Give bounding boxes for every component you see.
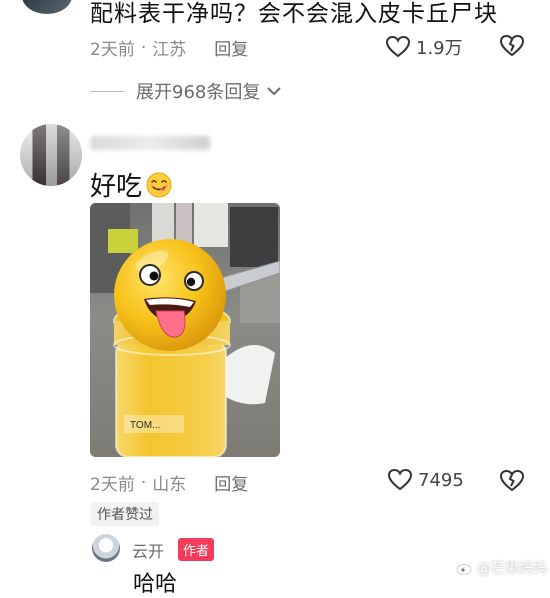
author-name[interactable]: 云开 xyxy=(132,538,164,562)
comment-text: 好吃 xyxy=(90,172,143,202)
top-comment-location: 江苏 xyxy=(152,40,187,60)
comment-body: 好吃 xyxy=(90,166,172,203)
heart-icon xyxy=(388,469,412,491)
heart-icon xyxy=(386,36,410,58)
svg-text:TOM...: TOM... xyxy=(130,420,160,431)
comment-like-button[interactable]: 7495 xyxy=(388,469,464,491)
expand-replies-button[interactable]: 展开968条回复 xyxy=(90,78,282,104)
meta-dot: · xyxy=(140,37,147,58)
watermark-text: @芒果妈妈 xyxy=(477,561,547,577)
top-comment-time: 2天前 xyxy=(90,40,135,60)
author-liked-badge: 作者赞过 xyxy=(91,502,159,526)
top-comment-like-count: 1.9万 xyxy=(416,38,463,59)
expand-divider xyxy=(90,90,124,92)
weibo-icon xyxy=(456,562,473,575)
chevron-down-icon xyxy=(267,87,282,96)
mango-jar-photo: TOM... xyxy=(90,203,280,457)
yummy-face-emoji-icon xyxy=(146,172,172,197)
meta-dot-2: · xyxy=(140,472,147,493)
top-commenter-avatar[interactable] xyxy=(22,0,72,14)
comment-like-count: 7495 xyxy=(418,469,464,491)
expand-replies-label: 展开968条回复 xyxy=(136,82,261,103)
comment-reply-button[interactable]: 回复 xyxy=(214,470,248,495)
top-comment-reply-button[interactable]: 回复 xyxy=(214,35,248,60)
broken-heart-icon xyxy=(500,470,524,492)
commenter-username-blurred[interactable] xyxy=(90,136,210,150)
author-badge: 作者 xyxy=(178,538,215,561)
comment-dislike-button[interactable] xyxy=(500,470,524,492)
top-comment-dislike-button[interactable] xyxy=(500,35,524,57)
comment-location: 山东 xyxy=(152,475,187,495)
comment-time: 2天前 xyxy=(90,475,135,495)
broken-heart-icon xyxy=(500,35,524,57)
author-avatar[interactable] xyxy=(92,534,120,562)
weibo-watermark: @芒果妈妈 xyxy=(456,558,547,578)
comment-meta: 2天前 · 山东 回复 xyxy=(90,470,248,496)
commenter-avatar[interactable] xyxy=(20,124,82,186)
comment-image[interactable]: TOM... xyxy=(90,203,280,457)
author-reply-text: 哈哈 xyxy=(133,572,178,597)
top-comment-text: 配料表干净吗？会不会混入皮卡丘尸块 xyxy=(90,1,498,27)
top-comment-meta: 2天前 · 江苏 回复 xyxy=(90,35,248,61)
top-comment-like-button[interactable]: 1.9万 xyxy=(386,34,463,60)
